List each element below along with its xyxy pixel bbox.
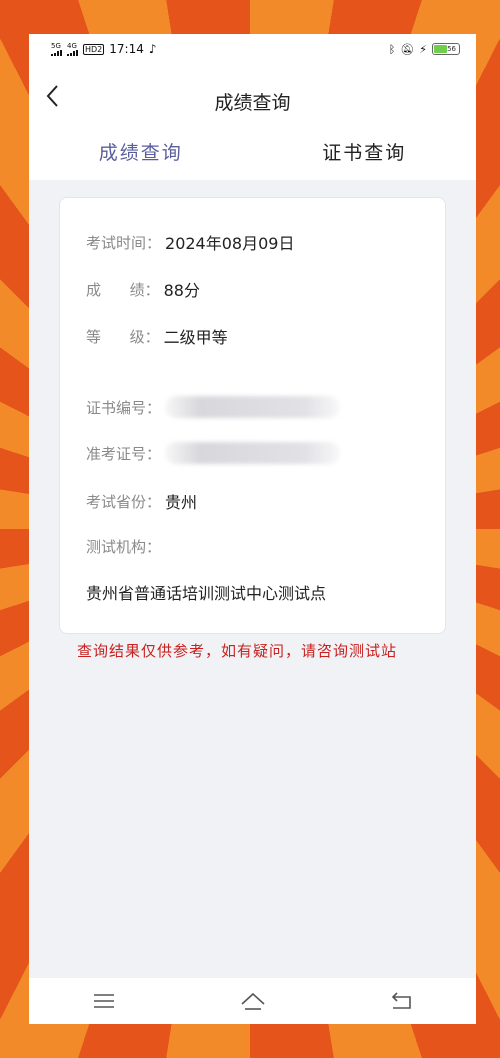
status-right: ᛒ 🔕︎ ⚡︎ 56 <box>389 43 460 56</box>
certificate-number-row: 证书编号： <box>86 396 341 418</box>
exam-time-row: 考试时间： 2024年08月09日 <box>86 230 294 254</box>
status-left: 5G 4G HD2 17:14 ♪ <box>51 42 157 56</box>
status-bar: 5G 4G HD2 17:14 ♪ ᛒ 🔕︎ ⚡︎ 56 <box>29 34 476 64</box>
tiktok-icon: ♪ <box>148 42 157 56</box>
page-title: 成绩查询 <box>214 92 291 114</box>
mute-icon: 🔕︎ <box>400 42 415 56</box>
result-card: 考试时间： 2024年08月09日 成 绩： 88分 等 级： 二级甲等 证书编… <box>59 197 446 634</box>
province-label: 考试省份： <box>86 492 162 511</box>
app-header: 成绩查询 <box>29 64 476 136</box>
tab-certificate-query[interactable]: 证书查询 <box>253 136 477 180</box>
bluetooth-icon: ᛒ <box>388 42 396 56</box>
score-value: 88分 <box>163 281 200 300</box>
menu-icon[interactable] <box>91 990 117 1012</box>
exam-time-value: 2024年08月09日 <box>165 234 295 253</box>
score-row: 成 绩： 88分 <box>86 277 200 301</box>
level-row: 等 级： 二级甲等 <box>86 324 228 348</box>
province-row: 考试省份： 贵州 <box>86 489 197 513</box>
home-icon[interactable] <box>240 990 266 1012</box>
test-org-value: 贵州省普通话培训测试中心测试点 <box>86 584 327 603</box>
back-icon[interactable] <box>389 990 415 1012</box>
certificate-number-label: 证书编号： <box>86 398 162 417</box>
redacted-admission-ticket <box>165 442 341 464</box>
charging-icon: ⚡︎ <box>419 42 427 56</box>
signal-5g-icon: 5G <box>51 42 62 56</box>
battery-icon: 56 <box>432 43 460 55</box>
disclaimer-note: 查询结果仅供参考，如有疑问，请咨询测试站 <box>77 642 398 660</box>
tab-score-query[interactable]: 成绩查询 <box>29 136 253 180</box>
test-org-row: 测试机构： <box>86 536 161 557</box>
level-label: 等 级： <box>86 327 160 346</box>
admission-ticket-row: 准考证号： <box>86 442 341 464</box>
exam-time-label: 考试时间： <box>86 233 162 252</box>
test-org-label: 测试机构： <box>86 538 162 556</box>
level-value: 二级甲等 <box>163 328 228 347</box>
admission-ticket-label: 准考证号： <box>86 444 162 463</box>
province-value: 贵州 <box>165 493 198 512</box>
hd-voice-icon: HD2 <box>83 43 105 55</box>
phone-screen: 5G 4G HD2 17:14 ♪ ᛒ 🔕︎ ⚡︎ 56 成绩查询 成绩查询 证… <box>29 34 476 1024</box>
tab-bar: 成绩查询 证书查询 <box>29 136 476 180</box>
score-label: 成 绩： <box>86 280 160 299</box>
system-nav-bar <box>29 978 476 1024</box>
redacted-certificate-number <box>165 396 341 418</box>
signal-4g-icon: 4G <box>67 42 78 56</box>
clock: 17:14 <box>109 42 144 56</box>
